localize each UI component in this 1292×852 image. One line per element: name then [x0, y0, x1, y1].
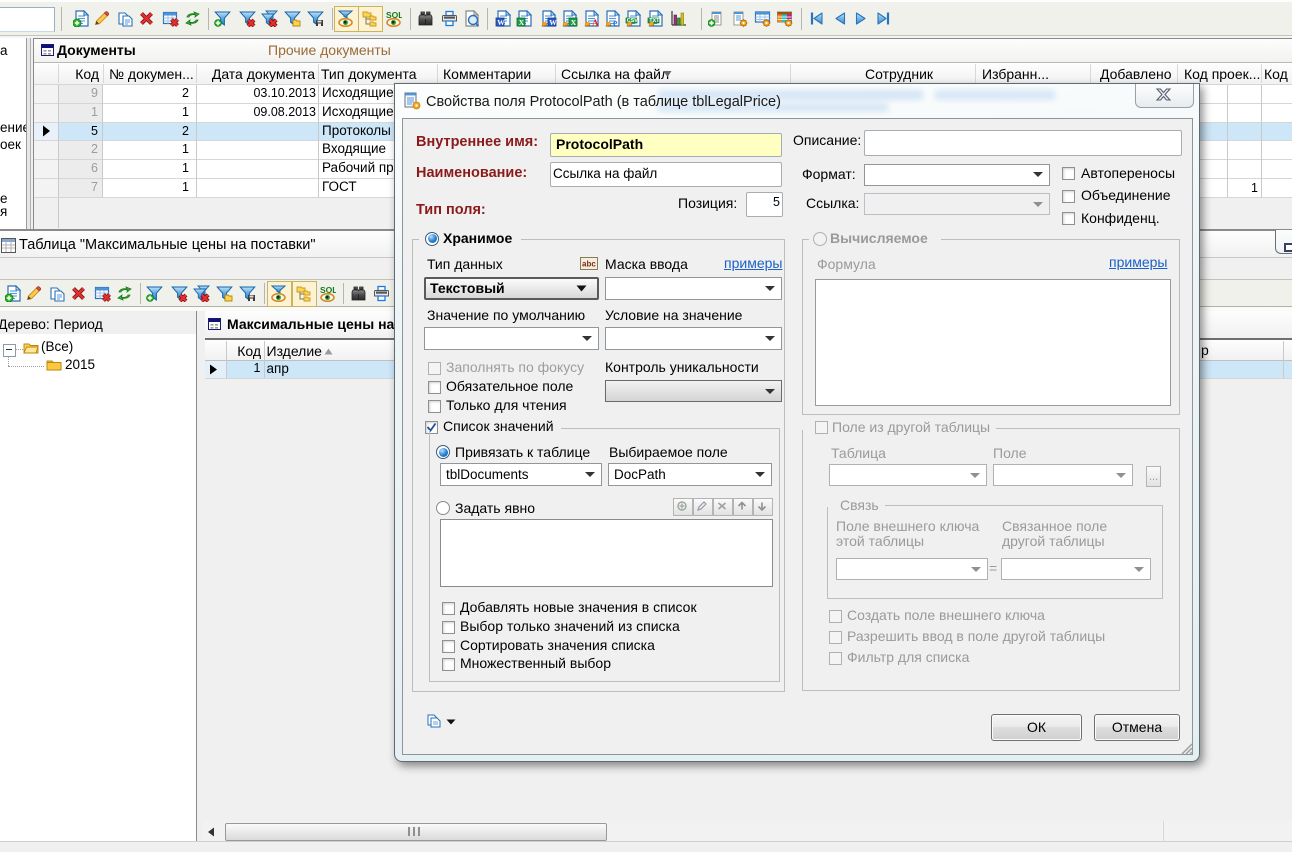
svg-text:abc: abc	[582, 260, 596, 269]
